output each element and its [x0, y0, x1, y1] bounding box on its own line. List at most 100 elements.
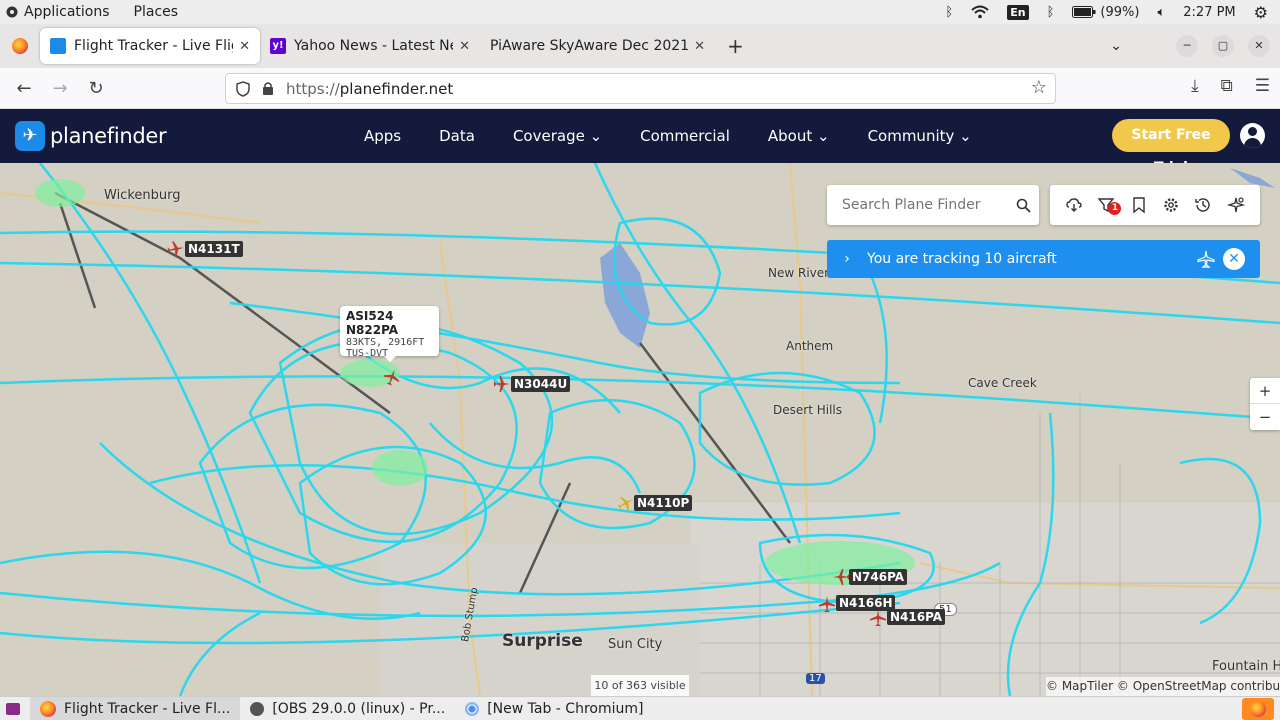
taskbar-firefox[interactable]: Flight Tracker - Live Fl... [30, 696, 241, 720]
search-box[interactable] [827, 185, 1039, 225]
map-attribution[interactable]: © MapTiler © OpenStreetMap contributors [1046, 677, 1280, 696]
new-tab-button[interactable]: + [727, 34, 744, 58]
downloads-icon[interactable]: ⤓ [1191, 76, 1199, 96]
nav-data[interactable]: Data [439, 127, 475, 145]
popup-speed-altitude: 83KTS, 2916FT [346, 337, 425, 348]
aircraft-label-n746pa[interactable]: N746PA [849, 569, 908, 585]
firefox-icon [1250, 700, 1266, 717]
nav-community[interactable]: Community ⌄ [868, 127, 972, 145]
aircraft-label-n416pa[interactable]: N416PA [887, 609, 946, 625]
aircraft-n746pa-icon[interactable] [832, 568, 850, 586]
back-button[interactable]: ← [6, 78, 42, 99]
planefinder-logo[interactable]: ✈ planefinder [15, 121, 167, 151]
bookmark-star-icon[interactable]: ☆ [1031, 77, 1047, 98]
place-sun-city: Sun City [608, 637, 663, 652]
tab-close-icon[interactable]: ✕ [694, 39, 705, 54]
visible-aircraft-count: 10 of 363 visible [591, 675, 689, 696]
show-desktop-icon[interactable] [6, 702, 20, 715]
close-window-button[interactable]: ✕ [1248, 35, 1270, 57]
reload-button[interactable]: ↻ [78, 78, 114, 99]
taskbar-obs[interactable]: [OBS 29.0.0 (linux) - Pr... [240, 697, 455, 720]
tab-piaware[interactable]: PiAware SkyAware Dec 2021 ✕ [480, 28, 715, 64]
chromium-icon [465, 701, 480, 716]
firefox-tray-icon[interactable] [1242, 697, 1274, 720]
bookmark-icon[interactable] [1130, 196, 1148, 214]
tab-yahoo-news[interactable]: y! Yahoo News - Latest New ✕ [260, 28, 480, 64]
maximize-button[interactable]: ▢ [1212, 35, 1234, 57]
gnome-icon [6, 6, 18, 18]
url-protocol: https:// [286, 79, 340, 98]
zoom-in-button[interactable]: + [1250, 378, 1280, 404]
weather-layer-icon[interactable] [1065, 196, 1083, 214]
place-desert-hills: Desert Hills [773, 403, 842, 417]
clock[interactable]: 2:27 PM [1183, 5, 1235, 20]
aircraft-n416pa-icon[interactable] [869, 609, 887, 627]
places-menu[interactable]: Places [134, 4, 179, 20]
aircraft-n3044u-icon[interactable] [493, 375, 511, 393]
bluetooth-icon[interactable]: ᛒ [945, 5, 953, 20]
history-playback-icon[interactable] [1194, 196, 1212, 214]
start-free-trial-button[interactable]: Start Free Trial [1112, 119, 1230, 176]
nav-apps[interactable]: Apps [364, 127, 401, 145]
zoom-out-button[interactable]: − [1250, 404, 1280, 430]
aircraft-label-n3044u[interactable]: N3044U [511, 376, 571, 392]
search-icon[interactable] [1016, 198, 1031, 213]
taskbar-firefox-title: Flight Tracker - Live Fl... [64, 700, 231, 717]
3d-view-icon[interactable] [1226, 196, 1245, 214]
tracking-expand-chevron-icon[interactable]: › [827, 251, 867, 267]
bluetooth-icon-2[interactable]: ᛒ [1047, 5, 1055, 20]
filter-count-badge: 1 [1108, 202, 1122, 215]
filter-button[interactable]: 1 [1097, 196, 1122, 215]
place-surprise: Surprise [502, 631, 583, 651]
taskbar-chromium[interactable]: [New Tab - Chromium] [455, 697, 653, 720]
tab-flight-tracker[interactable]: Flight Tracker - Live Flight ✕ [40, 28, 260, 64]
minimize-button[interactable]: ─ [1176, 35, 1198, 57]
nav-about[interactable]: About ⌄ [768, 127, 830, 145]
list-all-tabs-chevron-icon[interactable]: ⌄ [1110, 38, 1122, 54]
account-avatar-icon[interactable] [1240, 123, 1265, 148]
flight-map[interactable]: Wickenburg New River Anthem Cave Creek D… [0, 163, 1280, 696]
url-bar[interactable]: https://planefinder.net ☆ [225, 73, 1056, 104]
tracked-plane-icon [1197, 250, 1215, 268]
volume-icon[interactable]: 🔈︎ [1157, 5, 1165, 20]
lock-icon[interactable] [262, 81, 274, 96]
tracking-bar[interactable]: › You are tracking 10 aircraft ✕ [827, 240, 1260, 278]
aircraft-label-n4131t[interactable]: N4131T [185, 241, 243, 257]
aircraft-label-n4110p[interactable]: N4110P [634, 495, 693, 511]
planefinder-header: ✈ planefinder Apps Data Coverage ⌄ Comme… [0, 109, 1280, 176]
aircraft-n4110p-icon[interactable] [617, 494, 635, 512]
battery-icon [1072, 6, 1096, 18]
zoom-control: + − [1250, 378, 1280, 430]
nav-commercial[interactable]: Commercial [640, 127, 730, 145]
firefox-icon [0, 38, 40, 54]
wifi-icon[interactable] [971, 5, 989, 19]
app-menu-hamburger-icon[interactable]: ☰ [1255, 76, 1270, 96]
aircraft-n4166h-icon[interactable] [818, 595, 836, 613]
map-toolbar: 1 [1050, 185, 1260, 225]
stop-tracking-close-button[interactable]: ✕ [1223, 248, 1245, 270]
extensions-icon[interactable]: ⧉ [1221, 76, 1233, 96]
tab-title: Flight Tracker - Live Flight [74, 38, 233, 54]
settings-gear-icon[interactable]: ⚙ [1254, 3, 1268, 22]
place-wickenburg: Wickenburg [104, 188, 181, 203]
tab-close-icon[interactable]: ✕ [239, 39, 250, 54]
place-fountain-hills: Fountain Hi [1212, 659, 1280, 674]
aircraft-popup[interactable]: ASI524 N822PA 83KTS, 2916FT TUS-DVT [340, 306, 439, 362]
place-cave-creek: Cave Creek [968, 376, 1037, 390]
place-anthem: Anthem [786, 339, 834, 353]
settings-gear-icon[interactable] [1162, 196, 1180, 214]
keyboard-layout-indicator[interactable]: En [1007, 4, 1029, 20]
nav-coverage[interactable]: Coverage ⌄ [513, 127, 602, 145]
battery-percent: (99%) [1100, 4, 1140, 20]
forward-button[interactable]: → [42, 78, 78, 99]
yahoo-favicon: y! [270, 38, 286, 54]
aircraft-asi524-icon[interactable] [383, 368, 401, 386]
tab-close-icon[interactable]: ✕ [459, 39, 470, 54]
aircraft-n4131t-icon[interactable] [167, 240, 185, 258]
search-input[interactable] [842, 197, 1002, 213]
battery-indicator[interactable]: (99%) [1072, 5, 1139, 20]
os-top-bar: Applications Places ᛒ En ᛒ (99%) 🔈︎ 2:27… [0, 0, 1280, 24]
tracking-protection-shield-icon[interactable] [236, 80, 250, 97]
tracking-text: You are tracking 10 aircraft [867, 251, 1057, 267]
applications-menu[interactable]: Applications [6, 4, 110, 20]
